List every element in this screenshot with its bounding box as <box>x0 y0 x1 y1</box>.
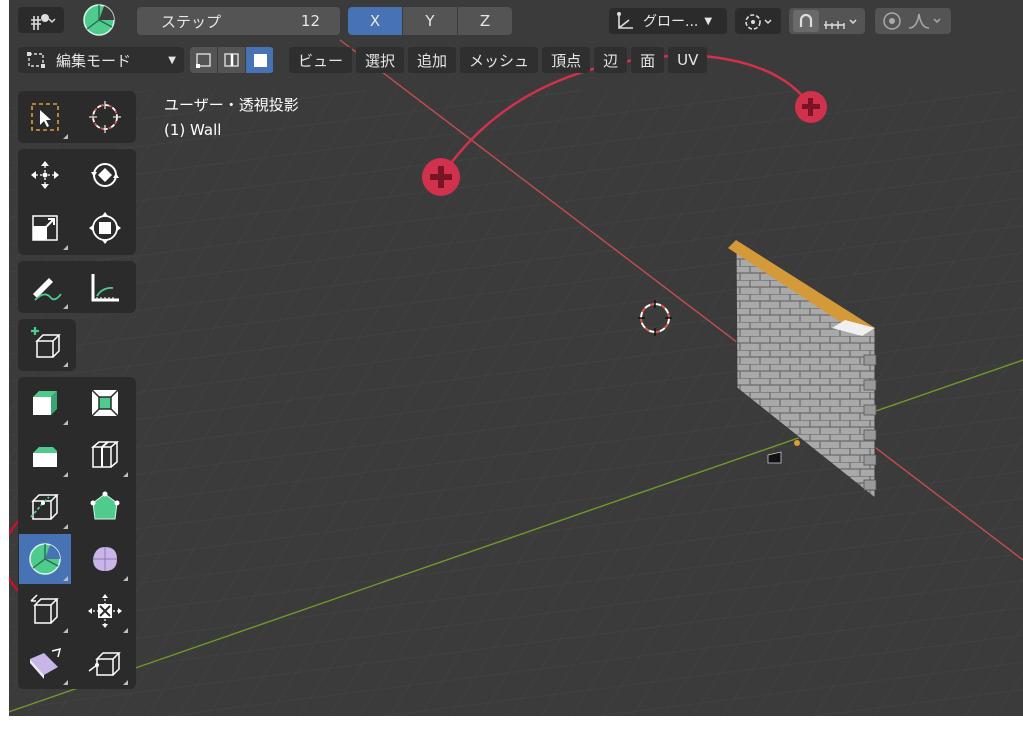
axis-x-button[interactable]: X <box>348 7 403 35</box>
step-count-field[interactable]: ステップ 12 <box>137 7 340 35</box>
mode-label: 編集モード <box>56 51 132 70</box>
shear-tool[interactable] <box>19 638 71 688</box>
annotate-tool[interactable] <box>19 262 71 312</box>
extrude-region-icon <box>33 391 57 415</box>
menu-add[interactable]: 追加 <box>408 47 457 73</box>
face-select-icon[interactable] <box>246 47 274 73</box>
spin-gizmo-handle-right[interactable] <box>795 91 827 123</box>
cursor-icon <box>89 101 121 133</box>
viewport-icon <box>26 10 56 30</box>
view-name: ユーザー・透視投影 <box>164 96 299 114</box>
add-cube-tool[interactable] <box>19 320 71 370</box>
chevron-down-icon: ▼ <box>704 15 713 27</box>
smooth-icon <box>93 547 117 571</box>
snap-group[interactable] <box>789 8 865 34</box>
editor-type-button[interactable] <box>18 7 64 33</box>
step-label: ステップ <box>161 12 222 31</box>
edge-slide-tool[interactable] <box>19 586 71 636</box>
pivot-point-dropdown[interactable] <box>735 8 781 34</box>
rip-region-tool[interactable] <box>79 638 131 688</box>
transform-orientation-dropdown[interactable]: グロー... ▼ <box>609 8 727 34</box>
edit-mode-icon <box>26 50 48 70</box>
poly-build-tool[interactable] <box>79 482 131 532</box>
falloff-curve-icon[interactable] <box>907 10 945 32</box>
orientation-icon <box>615 11 637 31</box>
loop-cut-tool[interactable] <box>79 430 131 480</box>
mode-dropdown[interactable]: 編集モード ▼ <box>18 47 184 73</box>
snap-increment-icon[interactable] <box>821 11 861 31</box>
axis-y-button[interactable]: Y <box>403 7 458 35</box>
spin-tool[interactable] <box>19 534 71 584</box>
spin-gizmo-handle-left[interactable] <box>422 158 460 196</box>
add-cube-icon <box>31 327 61 358</box>
select-mode-group[interactable] <box>190 47 274 73</box>
menu-face[interactable]: 面 <box>631 47 665 73</box>
rotate-tool[interactable] <box>79 150 131 200</box>
scale-tool[interactable] <box>19 203 71 253</box>
left-margin <box>0 0 9 716</box>
annotate-icon <box>33 278 62 301</box>
edge-slide-icon <box>30 594 59 624</box>
chevron-down-icon: ▼ <box>168 54 176 66</box>
transform-tool[interactable] <box>79 203 131 253</box>
bevel-icon <box>33 447 57 467</box>
move-icon <box>31 161 59 189</box>
menu-uv[interactable]: UV <box>668 47 708 73</box>
menu-vertex[interactable]: 頂点 <box>542 47 591 73</box>
snap-magnet-icon[interactable] <box>793 10 819 32</box>
orientation-label: グロー... <box>643 14 699 30</box>
loop-cut-icon <box>90 441 120 468</box>
select-box-icon <box>31 103 59 131</box>
menu-view[interactable]: ビュー <box>289 47 353 73</box>
menu-select[interactable]: 選択 <box>356 47 405 73</box>
measure-icon <box>91 274 119 302</box>
inset-faces-icon <box>91 389 119 417</box>
measure-tool[interactable] <box>79 262 131 312</box>
bevel-tool[interactable] <box>19 430 71 480</box>
pivot-icon <box>741 11 775 31</box>
viewport-menu: ビュー 選択 追加 メッシュ 頂点 辺 面 UV <box>289 47 708 73</box>
proportional-edit-group[interactable] <box>875 8 951 34</box>
extrude-region-tool[interactable] <box>19 378 71 428</box>
proportional-edit-icon[interactable] <box>881 10 903 32</box>
shrink-fatten-icon <box>88 594 122 628</box>
inset-faces-tool[interactable] <box>79 378 131 428</box>
vertex-select-icon[interactable] <box>190 47 218 73</box>
spin-icon <box>29 543 61 575</box>
rotate-icon <box>91 163 119 187</box>
cursor-tool[interactable] <box>79 92 131 142</box>
bottom-margin <box>0 716 1023 729</box>
move-tool[interactable] <box>19 150 71 200</box>
menu-edge[interactable]: 辺 <box>594 47 628 73</box>
viewport-scene[interactable] <box>0 0 1023 729</box>
rip-region-icon <box>88 652 121 676</box>
select-box-tool[interactable] <box>19 92 71 142</box>
menu-mesh[interactable]: メッシュ <box>460 47 539 73</box>
knife-tool[interactable] <box>19 482 71 532</box>
scale-icon <box>32 215 58 241</box>
poly-build-icon <box>90 491 120 520</box>
spin-tool-header-icon <box>82 3 116 37</box>
smooth-tool[interactable] <box>79 534 131 584</box>
3d-viewport[interactable] <box>0 0 1023 729</box>
axis-z-button[interactable]: Z <box>458 7 512 35</box>
axis-selector[interactable]: X Y Z <box>348 7 512 35</box>
shear-icon <box>30 647 62 679</box>
shrink-fatten-tool[interactable] <box>79 586 131 636</box>
edge-select-icon[interactable] <box>218 47 246 73</box>
step-value: 12 <box>300 12 320 30</box>
knife-icon <box>30 494 59 520</box>
object-label: (1) Wall <box>164 121 222 139</box>
transform-icon <box>89 212 121 244</box>
